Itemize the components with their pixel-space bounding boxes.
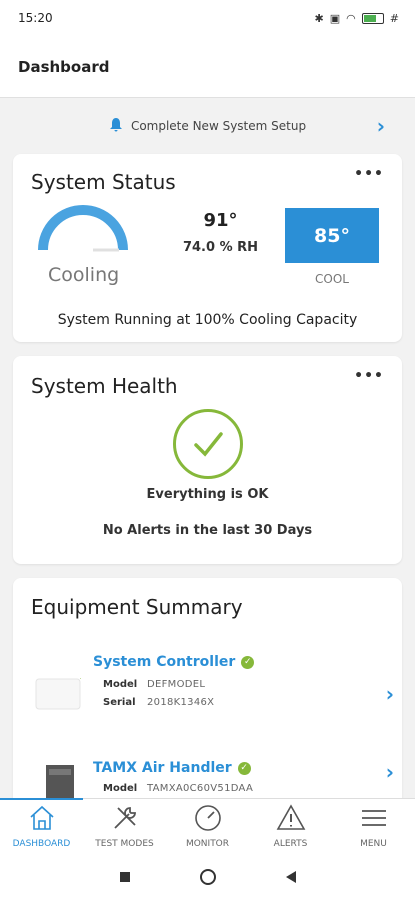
health-status: Everything is OK	[146, 487, 269, 502]
back-icon[interactable]	[285, 871, 296, 883]
model-row: Model DEFMODEL	[103, 679, 206, 690]
hash-icon: #	[389, 11, 399, 25]
tab-menu[interactable]: MENU	[332, 799, 415, 854]
battery-icon	[361, 12, 384, 24]
bluetooth-icon: ✱	[314, 11, 324, 25]
model-row: Model TAMXA0C60V51DAA	[103, 783, 254, 794]
verified-icon: ✓	[237, 761, 251, 775]
gauge-label: Cooling	[48, 264, 120, 286]
equipment-name[interactable]: System Controller ✓	[93, 654, 255, 670]
chevron-right-icon[interactable]: ›	[377, 114, 385, 138]
verified-icon: ✓	[241, 655, 255, 669]
setpoint-button[interactable]: 85°	[285, 208, 379, 263]
wifi-icon: ◠	[346, 11, 356, 25]
bell-icon	[109, 117, 123, 136]
tab-test-modes[interactable]: TEST MODES	[83, 799, 166, 854]
tab-dashboard[interactable]: DASHBOARD	[0, 798, 83, 854]
controller-image	[35, 675, 84, 714]
system-navigation	[0, 854, 415, 900]
card-title: System Health	[31, 374, 178, 398]
tools-icon	[113, 807, 136, 829]
equipment-name[interactable]: TAMX Air Handler ✓	[93, 760, 251, 776]
ok-check-icon	[173, 409, 243, 479]
page-title: Dashboard	[18, 57, 110, 76]
bottom-nav: DASHBOARD TEST MODES MONITOR ALERTS MENU	[0, 798, 415, 854]
chevron-right-icon[interactable]: ›	[386, 682, 394, 706]
setup-label: Complete New System Setup	[130, 119, 307, 133]
indoor-temperature: 91°	[203, 210, 238, 231]
chevron-right-icon[interactable]: ›	[386, 760, 394, 784]
recent-apps-icon[interactable]	[119, 872, 130, 882]
equipment-summary-card: Equipment Summary System Controller ✓ Mo…	[13, 578, 402, 808]
system-status-card: System Status ••• Cooling 91° 74.0 % RH …	[13, 154, 402, 342]
sim-icon: ▣	[329, 11, 341, 25]
tab-alerts[interactable]: ALERTS	[249, 799, 332, 854]
card-title: System Status	[31, 170, 176, 194]
system-health-card: System Health ••• Everything is OK No Al…	[13, 356, 402, 564]
tab-monitor[interactable]: MONITOR	[166, 799, 249, 854]
serial-row: Serial 2018K1346X	[103, 697, 215, 708]
clock: 15:20	[18, 11, 53, 25]
humidity: 74.0 % RH	[182, 240, 259, 255]
home-button-icon[interactable]	[199, 869, 216, 885]
home-icon	[29, 805, 54, 830]
app-bar: Dashboard	[0, 36, 415, 98]
gauge-icon	[194, 805, 221, 831]
menu-icon	[361, 810, 386, 826]
more-icon[interactable]: •••	[354, 368, 384, 384]
list-item[interactable]: System Controller ✓ Model DEFMODEL Serial…	[13, 654, 402, 744]
card-title: Equipment Summary	[31, 595, 243, 619]
more-icon[interactable]: •••	[354, 166, 384, 182]
status-icons: ✱ ▣ ◠ #	[315, 12, 399, 25]
status-bar: 15:20 ✱ ▣ ◠ #	[0, 0, 415, 36]
mode-label: COOL	[315, 272, 349, 286]
cooling-gauge	[38, 205, 128, 252]
alert-icon	[276, 804, 305, 830]
running-status: System Running at 100% Cooling Capacity	[57, 312, 358, 328]
alerts-summary: No Alerts in the last 30 Days	[102, 523, 313, 538]
setup-banner[interactable]: Complete New System Setup ›	[0, 104, 415, 148]
